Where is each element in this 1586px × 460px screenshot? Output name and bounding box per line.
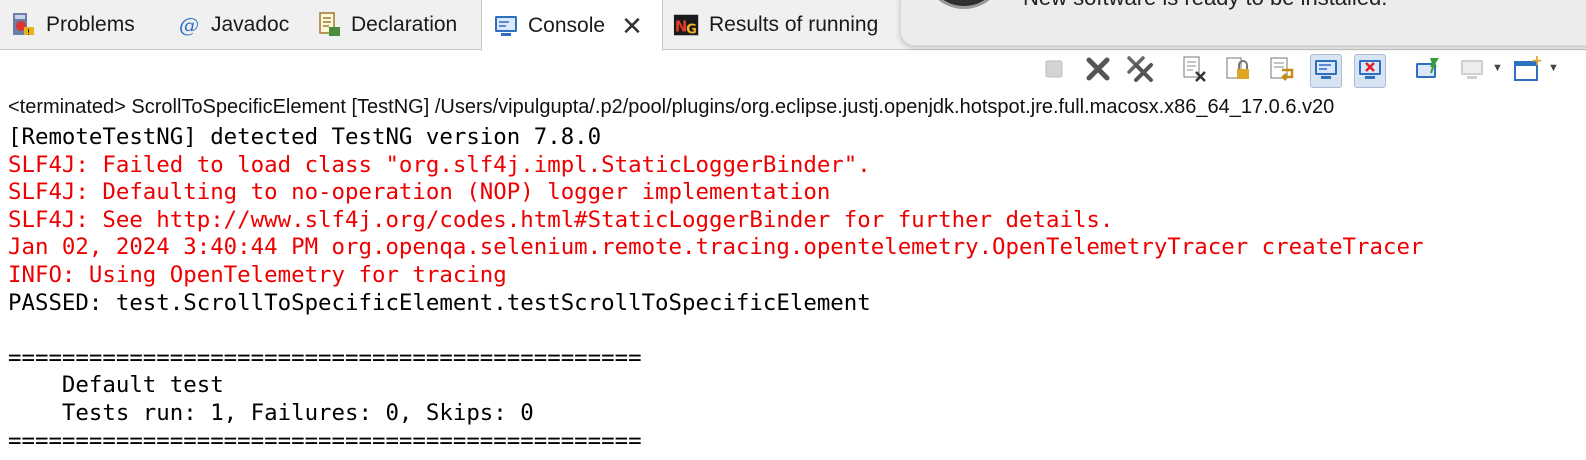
open-console-button[interactable]: + <box>1512 53 1544 89</box>
tab-label: Javadoc <box>211 13 290 36</box>
software-update-notification[interactable]: New software is ready to be installed. <box>900 0 1586 46</box>
remove-all-terminated-button[interactable] <box>1124 54 1156 88</box>
console-stderr-icon <box>1356 55 1384 88</box>
display-console-icon <box>1458 55 1486 88</box>
word-wrap-button[interactable] <box>1266 54 1298 88</box>
show-console-on-stderr-button[interactable] <box>1354 54 1386 88</box>
chevron-down-icon[interactable]: ▼ <box>1492 62 1503 74</box>
clear-console-icon <box>1180 55 1208 88</box>
tab-results-of-running[interactable]: N G Results of running <box>663 0 878 50</box>
remove-launch-button[interactable] <box>1082 54 1114 88</box>
display-selected-console-button[interactable] <box>1456 54 1488 88</box>
console-output[interactable]: [RemoteTestNG] detected TestNG version 7… <box>8 124 1584 455</box>
chevron-down-icon[interactable]: ▼ <box>1548 62 1559 74</box>
tab-label: Declaration <box>351 13 458 36</box>
remove-all-x-icon <box>1125 54 1155 89</box>
console-line: SLF4J: Defaulting to no-operation (NOP) … <box>8 179 831 206</box>
console-line: Default test <box>8 372 224 399</box>
remove-x-icon <box>1084 55 1112 88</box>
clear-console-button[interactable] <box>1178 54 1210 88</box>
console-line: PASSED: test.ScrollToSpecificElement.tes… <box>8 289 871 316</box>
console-stdout-icon <box>1312 55 1340 88</box>
console-line: SLF4J: See http://www.slf4j.org/codes.ht… <box>8 206 1114 233</box>
declaration-icon <box>315 11 343 39</box>
tab-label: Problems <box>46 13 135 36</box>
show-console-on-stdout-button[interactable] <box>1310 54 1342 88</box>
close-icon[interactable]: ✕ <box>621 13 643 39</box>
tab-problems[interactable]: ! Problems <box>0 0 135 50</box>
console-process-description: <terminated> ScrollToSpecificElement [Te… <box>8 96 1335 118</box>
problems-icon: ! <box>10 11 38 39</box>
notification-message: New software is ready to be installed. <box>1023 0 1387 11</box>
word-wrap-icon <box>1268 55 1296 88</box>
tab-declaration[interactable]: Declaration <box>305 0 457 50</box>
tab-label: Results of running <box>709 13 879 36</box>
console-line: Jan 02, 2024 3:40:44 PM org.openqa.selen… <box>8 234 1424 261</box>
console-line: ========================================… <box>8 344 642 371</box>
console-line: INFO: Using OpenTelemetry for tracing <box>8 261 507 288</box>
console-line: [RemoteTestNG] detected TestNG version 7… <box>8 124 602 150</box>
console-toolbar: ▼ + ▼ <box>1030 53 1586 90</box>
scroll-lock-button[interactable] <box>1222 54 1254 88</box>
svg-text:!: ! <box>27 28 30 37</box>
system-settings-gear-icon <box>923 0 1005 9</box>
console-line: ========================================… <box>8 427 642 454</box>
svg-text:@: @ <box>179 13 199 37</box>
stop-square-icon <box>1043 58 1065 85</box>
terminate-button[interactable] <box>1038 54 1070 88</box>
scroll-lock-icon <box>1224 55 1252 88</box>
tab-label: Console <box>528 13 606 37</box>
console-icon <box>492 12 520 40</box>
javadoc-at-icon: @ <box>175 11 203 39</box>
pin-console-icon <box>1414 55 1442 88</box>
testng-icon: N G <box>673 11 701 39</box>
pin-console-button[interactable] <box>1412 54 1444 88</box>
tab-console[interactable]: Console ✕ <box>481 0 663 51</box>
svg-text:G: G <box>686 22 697 37</box>
tab-javadoc[interactable]: @ Javadoc <box>165 0 289 50</box>
open-console-icon: + <box>1513 53 1543 89</box>
console-line: SLF4J: Failed to load class "org.slf4j.i… <box>8 151 871 178</box>
console-line: Tests run: 1, Failures: 0, Skips: 0 <box>8 399 534 426</box>
svg-text:+: + <box>1531 54 1543 69</box>
